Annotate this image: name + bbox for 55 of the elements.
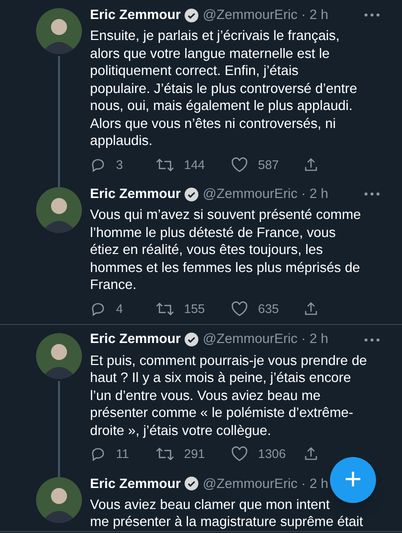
handle-time: @ZemmourEric · 2 h — [202, 185, 328, 204]
reply-count: 11 — [116, 446, 129, 463]
tweet-text-line: l’homme le plus détesté de France, vous — [90, 224, 336, 242]
reply-icon[interactable] — [90, 156, 106, 173]
avatar[interactable] — [36, 476, 82, 523]
tweet-text-line: Alors que vous n’êtes ni controversés, ni — [90, 114, 336, 132]
tweet-text-line: politiquement correct. Enfin, j’étais — [90, 62, 298, 80]
tweet-text-line: applaudis. — [90, 132, 152, 150]
author-name[interactable]: Eric Zemmour — [90, 184, 181, 204]
tweet-text-line: France. — [90, 276, 136, 294]
author-name[interactable]: Eric Zemmour — [90, 474, 181, 494]
tweet-text-line: Vous qui m’avez si souvent présenté comme — [90, 206, 361, 224]
share-icon[interactable] — [303, 446, 319, 462]
tweet-text-line: nous, oui, mais également le plus applaudi. — [90, 97, 353, 114]
retweet-count: 291 — [184, 446, 205, 463]
avatar[interactable] — [36, 8, 82, 54]
reply-count: 4 — [116, 300, 123, 318]
tweet-text-line: droite », j’étais votre collègue. — [90, 422, 272, 439]
heart-icon[interactable] — [231, 301, 248, 318]
tweet-text-line: l’un d’entre vous. Vous aviez beau me — [90, 386, 321, 404]
retweet-icon[interactable] — [156, 301, 174, 318]
like-count: 635 — [258, 300, 279, 318]
tweet-text-line: étiez en réalité, vous êtes toujours, les — [90, 241, 323, 259]
more-icon[interactable] — [364, 13, 380, 17]
tweet-text-line: haut ? Il y a six mois à peine, j’étais encore — [90, 369, 351, 386]
retweet-count: 144 — [184, 156, 205, 174]
avatar[interactable] — [36, 332, 82, 378]
avatar[interactable] — [36, 187, 82, 234]
tweet-text-line: alors que votre langue maternelle est le — [90, 44, 330, 62]
more-icon[interactable] — [364, 338, 380, 342]
like-count: 1306 — [258, 446, 286, 463]
retweet-count: 155 — [184, 300, 205, 318]
tweet-text-line: Vous aviez beau clamer que mon intent — [90, 496, 330, 514]
handle-time: @ZemmourEric · 2 h — [202, 474, 328, 493]
tweet-text-line: me présenter à la magistrature suprême était — [90, 513, 364, 531]
author-name[interactable]: Eric Zemmour — [90, 4, 181, 26]
tweet-text-line: Et puis, comment pourrais-je vous prendre de — [90, 352, 367, 369]
reply-count: 3 — [116, 156, 123, 174]
retweet-icon[interactable] — [156, 156, 174, 173]
tweet-text-line: présenter comme « le polémiste d’extrême- — [90, 404, 354, 422]
handle-time: @ZemmourEric · 2 h — [202, 330, 328, 348]
reply-icon[interactable] — [90, 301, 106, 318]
share-icon[interactable] — [303, 156, 319, 173]
more-icon[interactable] — [364, 192, 380, 196]
retweet-icon[interactable] — [156, 446, 174, 462]
reply-icon[interactable] — [90, 446, 106, 462]
tweet-text-line: populaire. J’étais le plus controversé d’entre — [90, 80, 358, 97]
tweet-text-line: Ensuite, je parlais et j’écrivais le français, — [90, 27, 340, 44]
tweet-text-line: hommes et les femmes les plus méprisés de — [90, 258, 360, 276]
author-name[interactable]: Eric Zemmour — [90, 329, 181, 350]
heart-icon[interactable] — [231, 446, 248, 462]
heart-icon[interactable] — [231, 156, 248, 173]
like-count: 587 — [258, 156, 279, 174]
handle-time: @ZemmourEric · 2 h — [202, 6, 328, 24]
share-icon[interactable] — [303, 301, 319, 318]
